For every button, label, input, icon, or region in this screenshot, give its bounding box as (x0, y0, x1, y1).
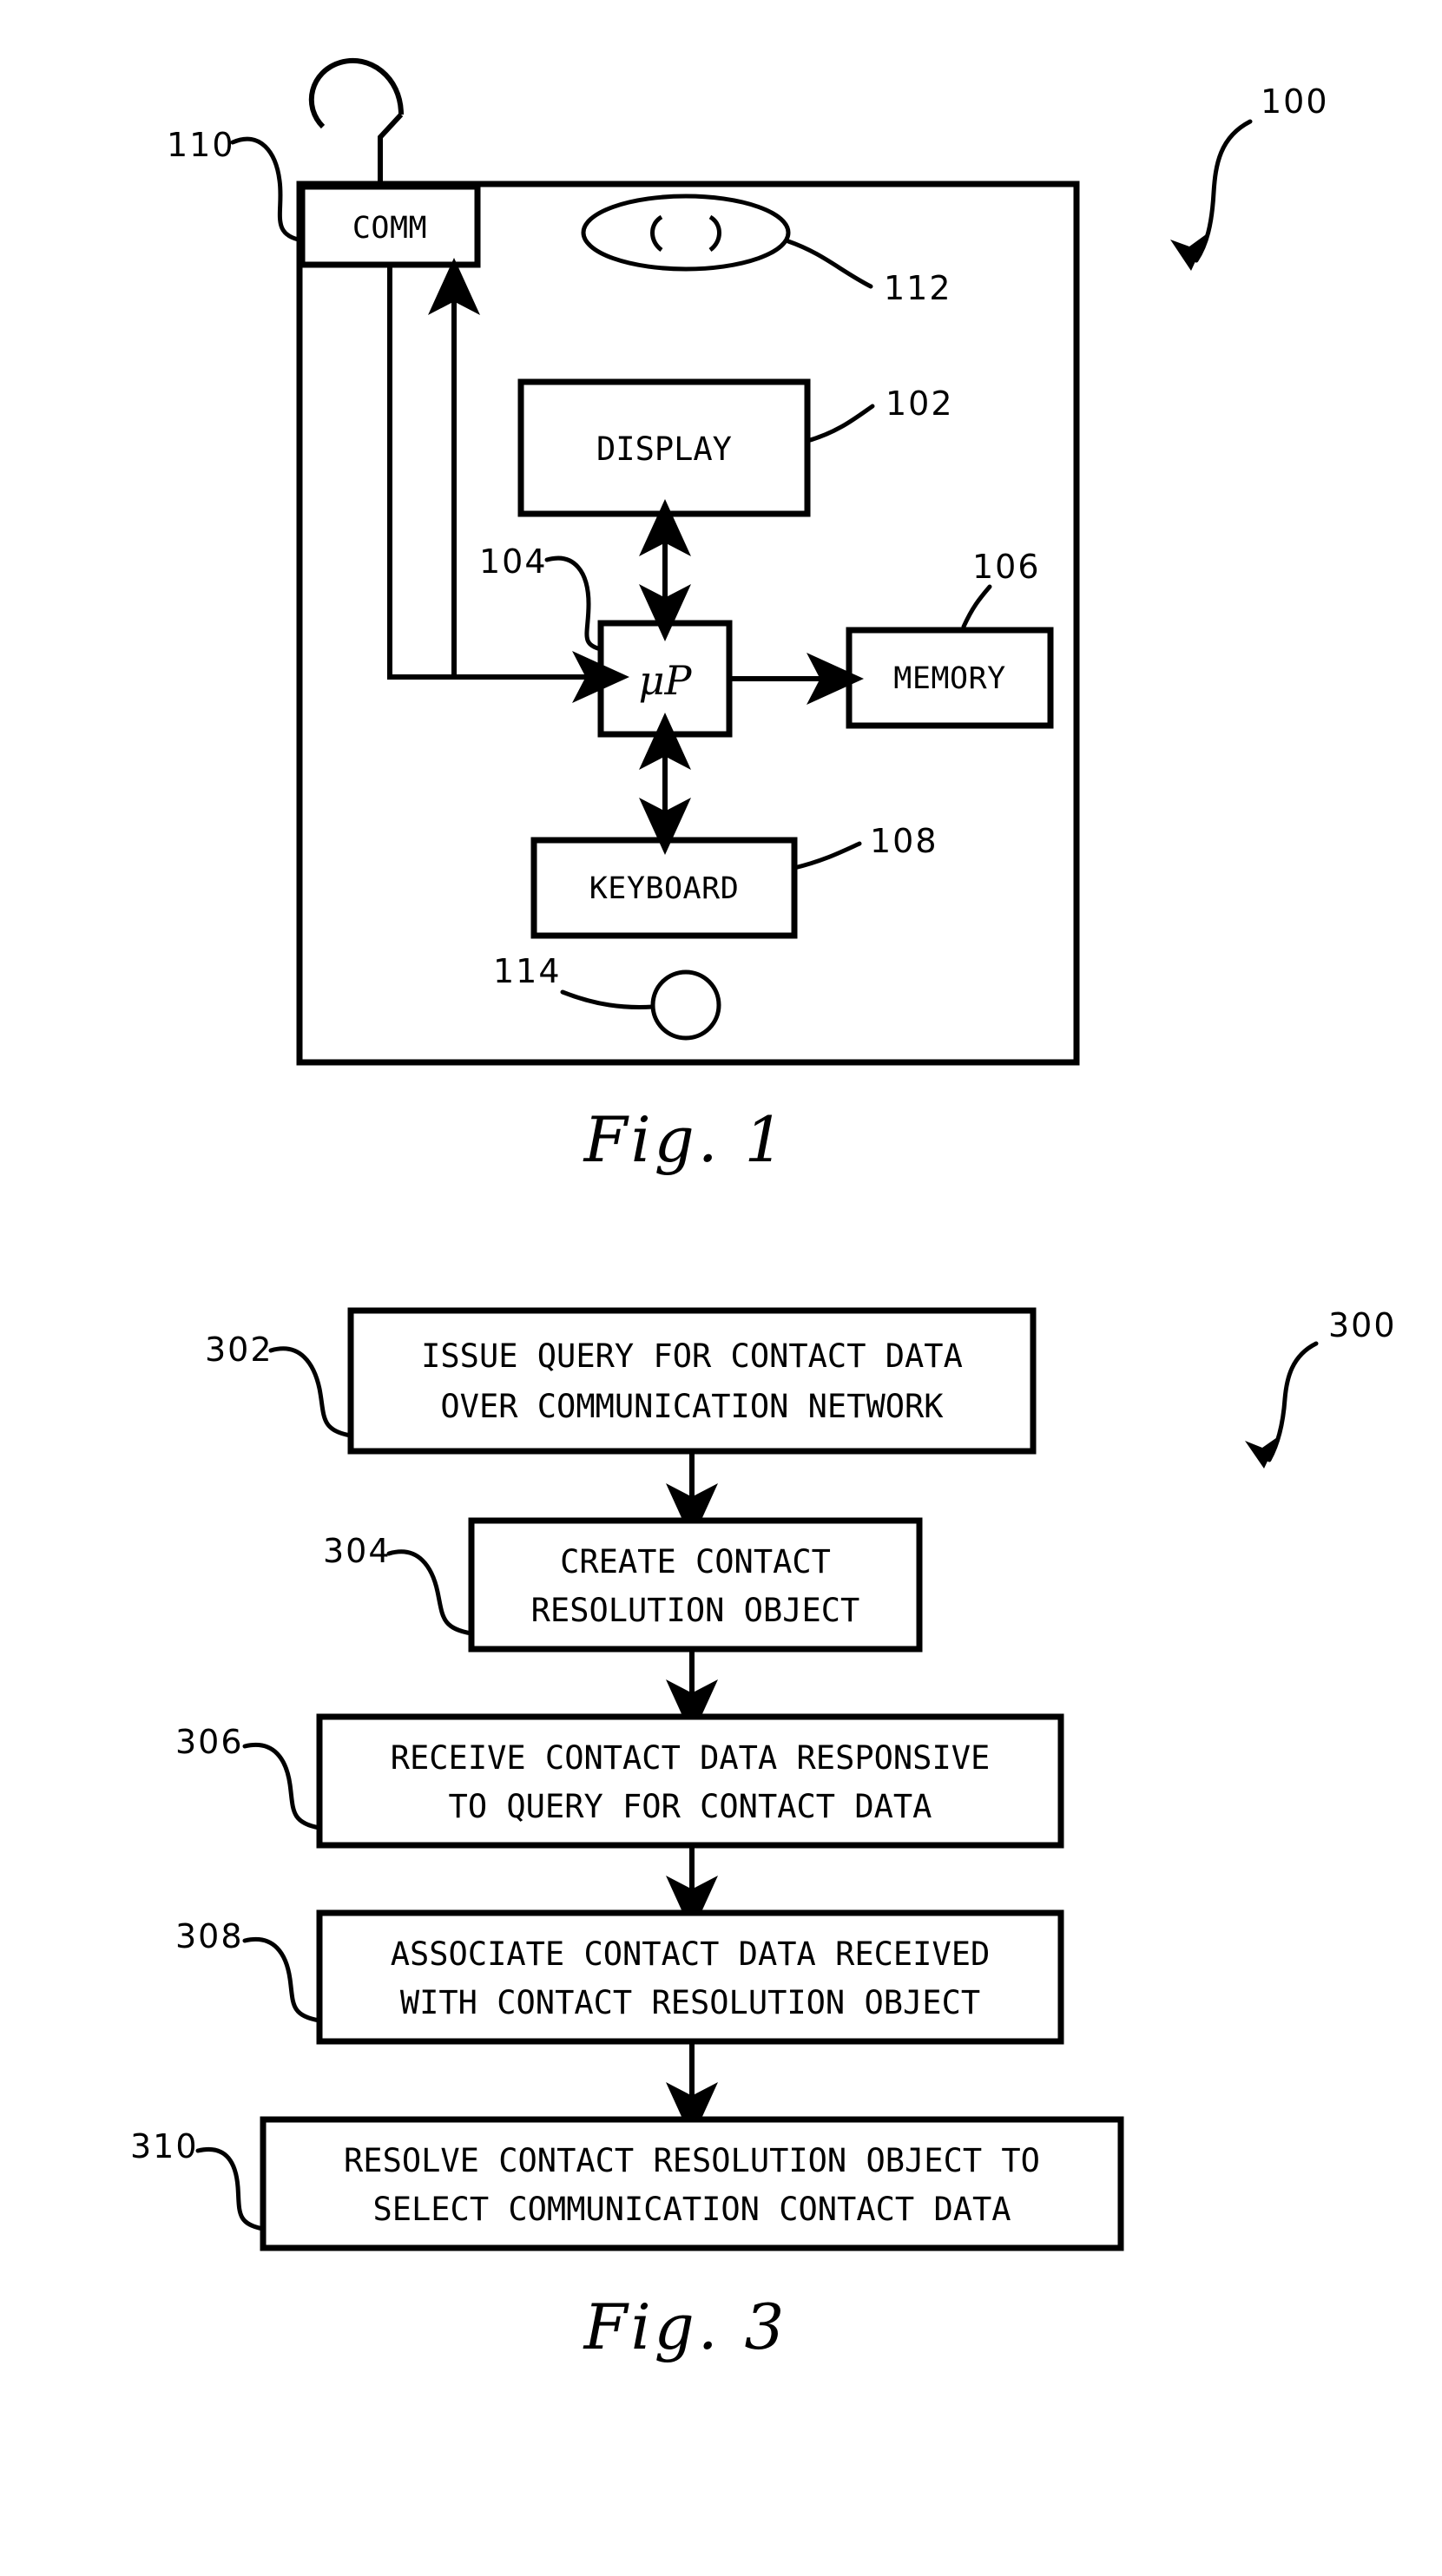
flow-step-306: RECEIVE CONTACT DATA RESPONSIVE TO QUERY… (175, 1713, 1064, 1849)
step-304-line-1: CREATE CONTACT (560, 1543, 831, 1580)
memory-block: MEMORY (846, 627, 1054, 729)
step-302-line-1: ISSUE QUERY FOR CONTACT DATA (421, 1337, 963, 1375)
step-306-rect (316, 1713, 1064, 1849)
ref-100-group: 100 (1170, 82, 1329, 271)
display-block-label: DISPLAY (596, 430, 732, 468)
ref-100-label: 100 (1261, 82, 1329, 121)
flow-step-308: ASSOCIATE CONTACT DATA RECEIVED WITH CON… (175, 1909, 1064, 2045)
display-block: DISPLAY (517, 378, 811, 517)
figure-3-caption: Fig. 3 (583, 2290, 788, 2363)
ref-112-label: 112 (884, 269, 952, 307)
step-310-rect (260, 2116, 1124, 2251)
ref-106-label: 106 (972, 548, 1041, 586)
step-310-line-2: SELECT COMMUNICATION CONTACT DATA (372, 2191, 1011, 2228)
keyboard-block-label: KEYBOARD (589, 871, 740, 906)
micro-block-label: μP (639, 657, 693, 704)
flow-step-304: CREATE CONTACT RESOLUTION OBJECT 304 (323, 1517, 923, 1653)
ref-300-group: 300 (1245, 1306, 1397, 1469)
ref-108-label: 108 (870, 822, 938, 860)
ref-308-label: 308 (175, 1917, 244, 1955)
ref-310-label: 310 (130, 2127, 199, 2165)
ref-104-label: 104 (479, 542, 548, 581)
flow-step-310: RESOLVE CONTACT RESOLUTION OBJECT TO SEL… (130, 2116, 1124, 2251)
step-302-line-2: OVER COMMUNICATION NETWORK (440, 1388, 944, 1425)
figure-1-group: COMM 110 112 DISPLAY 102 μP 104 MEMORY 1… (167, 57, 1329, 1176)
step-308-rect (316, 1909, 1064, 2045)
patent-drawing-sheet: COMM 110 112 DISPLAY 102 μP 104 MEMORY 1… (0, 0, 1442, 2576)
step-310-line-1: RESOLVE CONTACT RESOLUTION OBJECT TO (344, 2142, 1040, 2179)
step-304-line-2: RESOLUTION OBJECT (531, 1592, 860, 1629)
step-308-line-2: WITH CONTACT RESOLUTION OBJECT (400, 1984, 980, 2021)
ref-110-group: 110 (167, 126, 305, 243)
figure-1-caption: Fig. 1 (583, 1103, 788, 1176)
memory-block-label: MEMORY (893, 661, 1005, 696)
step-302-rect (347, 1307, 1037, 1455)
comm-block-label: COMM (352, 211, 427, 246)
step-306-line-2: TO QUERY FOR CONTACT DATA (449, 1788, 932, 1825)
microprocessor-block: μP (597, 620, 733, 738)
comm-block: COMM (299, 183, 481, 268)
keyboard-block: KEYBOARD (530, 837, 798, 939)
step-304-rect (468, 1517, 923, 1653)
figure-3-group: 300 ISSUE QUERY FOR CONTACT DATA OVER CO… (130, 1306, 1397, 2363)
ref-114-label: 114 (493, 952, 562, 990)
flow-step-302: ISSUE QUERY FOR CONTACT DATA OVER COMMUN… (205, 1307, 1037, 1455)
ref-302-label: 302 (205, 1331, 273, 1369)
ref-110-label: 110 (167, 126, 235, 164)
ref-304-label: 304 (323, 1532, 392, 1570)
step-308-line-1: ASSOCIATE CONTACT DATA RECEIVED (391, 1935, 991, 1973)
ref-306-label: 306 (175, 1723, 244, 1761)
ref-102-label: 102 (886, 384, 954, 423)
step-306-line-1: RECEIVE CONTACT DATA RESPONSIVE (391, 1739, 991, 1777)
ref-300-label: 300 (1328, 1306, 1397, 1344)
